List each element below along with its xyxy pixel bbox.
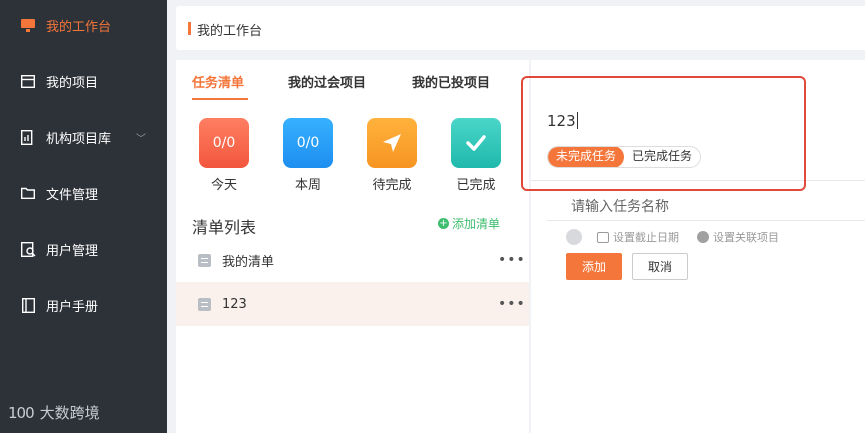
chevron-down-icon[interactable]: ﹀: [136, 130, 146, 145]
watermark-logo: 100: [8, 403, 35, 422]
sidebar-item-label: 用户手册: [46, 299, 99, 315]
check-icon: [466, 135, 486, 151]
chart-document-icon: [20, 129, 36, 145]
stat-pending[interactable]: 待完成: [366, 118, 418, 193]
stat-label: 待完成: [372, 178, 412, 193]
add-task-button[interactable]: 添加: [566, 253, 622, 280]
more-options-icon[interactable]: •••: [498, 252, 526, 268]
sidebar-item-label: 我的工作台: [46, 19, 112, 35]
link-project-icon: [697, 231, 709, 243]
sidebar: 我的工作台 我的项目 机构项目库 ﹀ 文件管理 用户管理 用户手册 100 大数…: [0, 0, 167, 433]
tab-my-meeting-projects[interactable]: 我的过会项目: [288, 72, 366, 91]
set-project-button[interactable]: 设置关联项目: [697, 229, 779, 245]
calendar-icon: [597, 231, 609, 243]
cancel-button[interactable]: 取消: [632, 253, 688, 280]
send-arrow-icon: [383, 134, 401, 152]
stat-tile: 0/0: [199, 118, 249, 168]
task-list-panel: 任务清单 我的过会项目 我的已投项目 0/0 今天 0/0 本周 待完成 已完成…: [176, 60, 529, 433]
list-section-title: 清单列表: [192, 218, 257, 237]
page-header: 我的工作台: [176, 6, 865, 50]
add-list-button[interactable]: + 添加清单: [438, 215, 500, 232]
stat-tile: [367, 118, 417, 168]
stat-label: 已完成: [456, 178, 496, 193]
add-list-label: 添加清单: [452, 217, 501, 231]
sidebar-item-user-manual[interactable]: 用户手册: [0, 285, 167, 325]
highlight-annotation-box: [521, 76, 806, 191]
assignee-avatar[interactable]: [566, 229, 582, 245]
list-item[interactable]: 123 •••: [176, 282, 529, 326]
sidebar-item-label: 文件管理: [46, 187, 99, 203]
list-item-name: 我的清单: [222, 254, 275, 270]
project-box-icon: [20, 73, 36, 89]
more-options-icon[interactable]: •••: [498, 296, 526, 312]
sidebar-item-label: 我的项目: [46, 75, 99, 91]
set-deadline-label: 设置截止日期: [613, 231, 679, 244]
user-search-icon: [20, 241, 36, 257]
list-item-name: 123: [222, 296, 247, 312]
sidebar-item-institution-projects[interactable]: 机构项目库 ﹀: [0, 117, 167, 157]
list-item[interactable]: 我的清单 •••: [176, 238, 529, 282]
page-title: 我的工作台: [197, 24, 263, 39]
sidebar-item-file-management[interactable]: 文件管理: [0, 173, 167, 213]
sidebar-item-workbench[interactable]: 我的工作台: [0, 5, 167, 45]
tab-task-list[interactable]: 任务清单: [192, 72, 244, 91]
stat-tile: [451, 118, 501, 168]
sidebar-item-label: 用户管理: [46, 243, 99, 259]
book-icon: [20, 297, 36, 313]
active-tab-indicator: [192, 98, 248, 100]
watermark-text: 大数跨境: [39, 404, 100, 422]
stat-label: 本周: [294, 178, 321, 193]
stat-completed[interactable]: 已完成: [450, 118, 502, 193]
plus-circle-icon: +: [438, 218, 449, 229]
set-project-label: 设置关联项目: [713, 231, 779, 244]
watermark: 100 大数跨境: [8, 402, 100, 423]
list-doc-icon: [198, 253, 211, 267]
monitor-icon: [20, 17, 36, 33]
sidebar-item-user-management[interactable]: 用户管理: [0, 229, 167, 269]
folder-icon: [20, 185, 36, 201]
stat-today[interactable]: 0/0 今天: [198, 118, 250, 193]
title-accent-bar: [188, 22, 191, 35]
sidebar-item-my-projects[interactable]: 我的项目: [0, 61, 167, 101]
stat-label: 今天: [210, 178, 237, 193]
stat-this-week[interactable]: 0/0 本周: [282, 118, 334, 193]
stat-tile: 0/0: [283, 118, 333, 168]
tab-my-invested-projects[interactable]: 我的已投项目: [412, 72, 490, 91]
sidebar-item-label: 机构项目库: [46, 131, 112, 147]
set-deadline-button[interactable]: 设置截止日期: [597, 229, 679, 245]
list-doc-icon: [198, 297, 211, 311]
task-name-input[interactable]: [547, 193, 865, 221]
